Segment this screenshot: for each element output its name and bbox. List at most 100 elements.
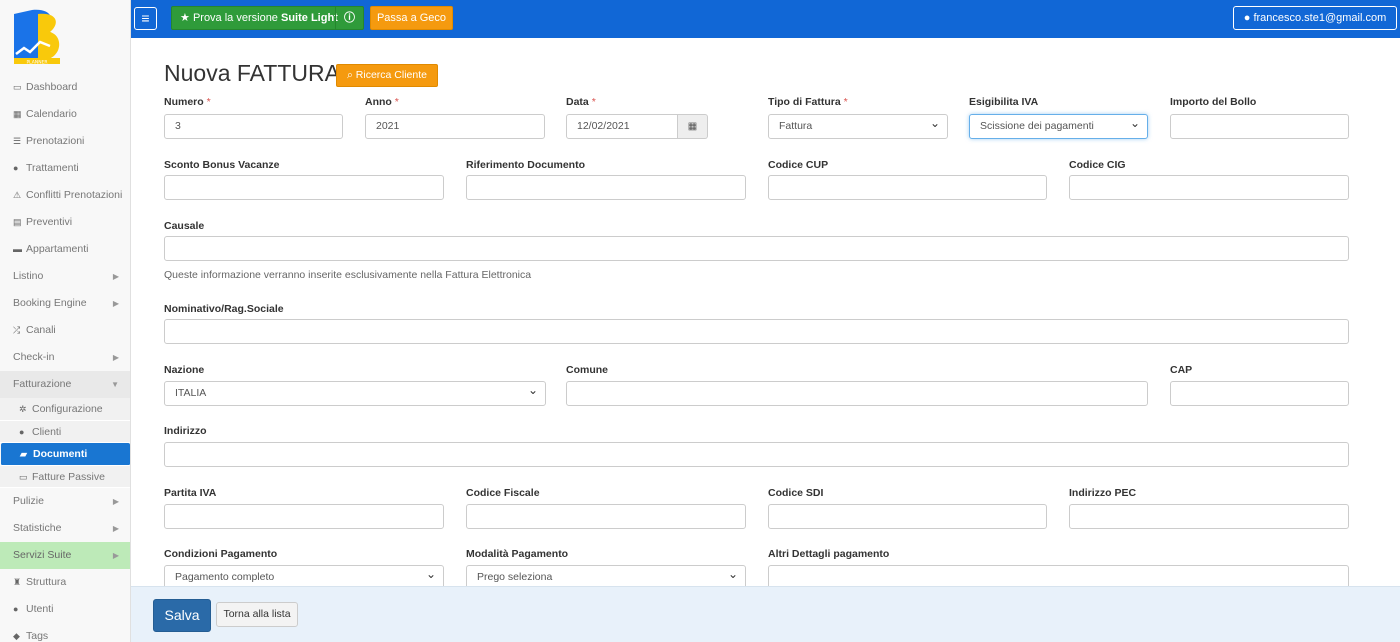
sidebar-subitem-fatture-passive[interactable]: ▭ Fatture Passive	[0, 465, 130, 488]
chevron-down-icon: ▼	[111, 380, 119, 389]
sidebar-item-label: Statistiche	[13, 522, 62, 534]
tipo-fattura-select[interactable]: Fattura	[768, 114, 948, 139]
back-to-list-button[interactable]: Torna alla lista	[216, 602, 298, 627]
sidebar-item-label: Prenotazioni	[26, 135, 85, 147]
esigibilita-iva-label: Esigibilita IVA	[969, 96, 1039, 108]
sidebar-item-label: Tags	[26, 630, 49, 642]
chevron-right-icon: ▶	[112, 272, 119, 281]
sidebar-item-label: Utenti	[26, 603, 54, 615]
riferimento-documento-field[interactable]	[466, 175, 746, 200]
sidebar-item-label: Configurazione	[32, 403, 103, 415]
suite-bold: Suite Light	[281, 12, 338, 24]
sidebar-item-appartamenti[interactable]: ▬ Appartamenti	[0, 236, 130, 263]
indirizzo-pec-label: Indirizzo PEC	[1069, 487, 1137, 499]
sidebar-item-prenotazioni[interactable]: ☰ Prenotazioni	[0, 128, 130, 155]
codice-fiscale-field[interactable]	[466, 504, 746, 529]
importo-bollo-label: Importo del Bollo	[1170, 96, 1257, 108]
sidebar-subitem-configurazione[interactable]: ✲ Configurazione	[0, 398, 130, 421]
try-suite-light-button[interactable]: ★ Prova la versione Suite Light ⓘ	[171, 6, 364, 30]
sidebar-item-preventivi[interactable]: ▤ Preventivi	[0, 209, 130, 236]
chevron-right-icon: ▶	[112, 497, 119, 506]
date-field[interactable]: 12/02/2021	[566, 114, 678, 139]
warning-icon: ⚠	[13, 190, 22, 200]
sidebar-item-listino[interactable]: Listino ▶	[0, 263, 130, 290]
codice-fiscale-label: Codice Fiscale	[466, 487, 540, 499]
altri-dettagli-label: Altri Dettagli pagamento	[768, 548, 890, 560]
sconto-bonus-field[interactable]	[164, 175, 444, 200]
esigibilita-iva-select[interactable]: Scissione dei pagamenti	[969, 114, 1148, 139]
indirizzo-field[interactable]	[164, 442, 1349, 467]
anno-label: Anno *	[365, 96, 399, 108]
anno-field[interactable]: 2021	[365, 114, 545, 139]
sidebar-item-label: Dashboard	[26, 81, 78, 93]
codice-cup-field[interactable]	[768, 175, 1047, 200]
cap-field[interactable]	[1170, 381, 1349, 406]
sidebar: PLANNER ▭ Dashboard ▦ Calendario ☰ Prenotaz…	[0, 0, 131, 642]
sidebar-item-pulizie[interactable]: Pulizie ▶	[0, 488, 130, 515]
top-navbar: ≡ ★ Prova la versione Suite Light ⓘ Pass…	[131, 0, 1400, 38]
numero-field[interactable]: 3	[164, 114, 343, 139]
sidebar-item-struttura[interactable]: ♜ Struttura	[0, 569, 130, 596]
apple-icon: ●	[13, 163, 19, 173]
sidebar-item-fatturazione[interactable]: Fatturazione ▼	[0, 371, 130, 398]
codice-sdi-field[interactable]	[768, 504, 1047, 529]
sidebar-item-dashboard[interactable]: ▭ Dashboard	[0, 74, 130, 101]
logo[interactable]: PLANNER	[10, 8, 68, 66]
causale-help-text: Queste informazione verranno inserite es…	[164, 269, 532, 281]
search-client-button[interactable]: ⌕ Ricerca Cliente	[336, 64, 438, 87]
sidebar-item-trattamenti[interactable]: ● Trattamenti	[0, 155, 130, 182]
calculator-icon: ▤	[13, 217, 22, 227]
sidebar-item-label: Listino	[13, 270, 44, 282]
user-menu-button[interactable]: ● francesco.ste1@gmail.com	[1233, 6, 1397, 30]
hamburger-menu-button[interactable]: ≡	[134, 7, 157, 30]
tipo-fattura-label: Tipo di Fattura *	[768, 96, 848, 108]
star-icon: ★	[180, 12, 190, 24]
sidebar-item-conflitti[interactable]: ⚠ Conflitti Prenotazioni	[0, 182, 130, 209]
causale-field[interactable]	[164, 236, 1349, 261]
sidebar-item-label: Servizi Suite	[13, 549, 72, 561]
importo-bollo-field[interactable]	[1170, 114, 1349, 139]
sidebar-subitem-documenti[interactable]: ▰ Documenti	[1, 443, 130, 466]
sidebar-item-calendario[interactable]: ▦ Calendario	[0, 101, 130, 128]
sidebar-item-label: Preventivi	[26, 216, 73, 228]
switch-to-geco-button[interactable]: Passa a Geco	[370, 6, 453, 30]
nazione-select[interactable]: ITALIA	[164, 381, 546, 406]
user-email: francesco.ste1@gmail.com	[1253, 12, 1387, 24]
save-button[interactable]: Salva	[153, 599, 211, 632]
sidebar-item-servizi-suite[interactable]: Servizi Suite ▶	[0, 542, 130, 569]
sidebar-item-label: Struttura	[26, 576, 67, 588]
indirizzo-label: Indirizzo	[164, 425, 207, 437]
nominativo-label: Nominativo/Rag.Sociale	[164, 303, 284, 315]
sidebar-item-label: Appartamenti	[26, 243, 89, 255]
riferimento-documento-label: Riferimento Documento	[466, 159, 586, 171]
user-icon: ●	[1243, 12, 1251, 24]
condizioni-pagamento-label: Condizioni Pagamento	[164, 548, 278, 560]
sidebar-item-label: Conflitti Prenotazioni	[26, 189, 123, 201]
sidebar-item-label: Documenti	[33, 448, 88, 460]
calendar-picker-button[interactable]: ▦	[678, 114, 708, 139]
page-title: Nuova FATTURA	[164, 60, 340, 86]
sidebar-item-utenti[interactable]: ● Utenti	[0, 596, 130, 623]
codice-cig-field[interactable]	[1069, 175, 1349, 200]
search-client-label: Ricerca Cliente	[355, 69, 427, 81]
sidebar-item-booking-engine[interactable]: Booking Engine ▶	[0, 290, 130, 317]
info-icon[interactable]: ⓘ	[335, 7, 363, 29]
user-icon: ●	[13, 604, 19, 614]
gear-icon: ✲	[19, 404, 27, 414]
sidebar-item-label: Calendario	[26, 108, 77, 120]
partita-iva-field[interactable]	[164, 504, 444, 529]
sidebar-item-canali[interactable]: ⤮ Canali	[0, 317, 130, 344]
sidebar-subitem-clienti[interactable]: ● Clienti	[0, 420, 130, 443]
partita-iva-label: Partita IVA	[164, 487, 217, 499]
nominativo-field[interactable]	[164, 319, 1349, 344]
sidebar-item-tags[interactable]: ◆ Tags	[0, 623, 130, 642]
sidebar-item-label: Booking Engine	[13, 297, 87, 309]
sidebar-item-check-in[interactable]: Check-in ▶	[0, 344, 130, 371]
form-footer: Salva Torna alla lista	[131, 586, 1400, 642]
comune-field[interactable]	[566, 381, 1148, 406]
indirizzo-pec-field[interactable]	[1069, 504, 1349, 529]
tags-icon: ◆	[13, 631, 20, 641]
sidebar-item-statistiche[interactable]: Statistiche ▶	[0, 515, 130, 542]
chevron-right-icon: ▶	[112, 551, 119, 560]
sidebar-item-label: Fatturazione	[13, 378, 72, 390]
